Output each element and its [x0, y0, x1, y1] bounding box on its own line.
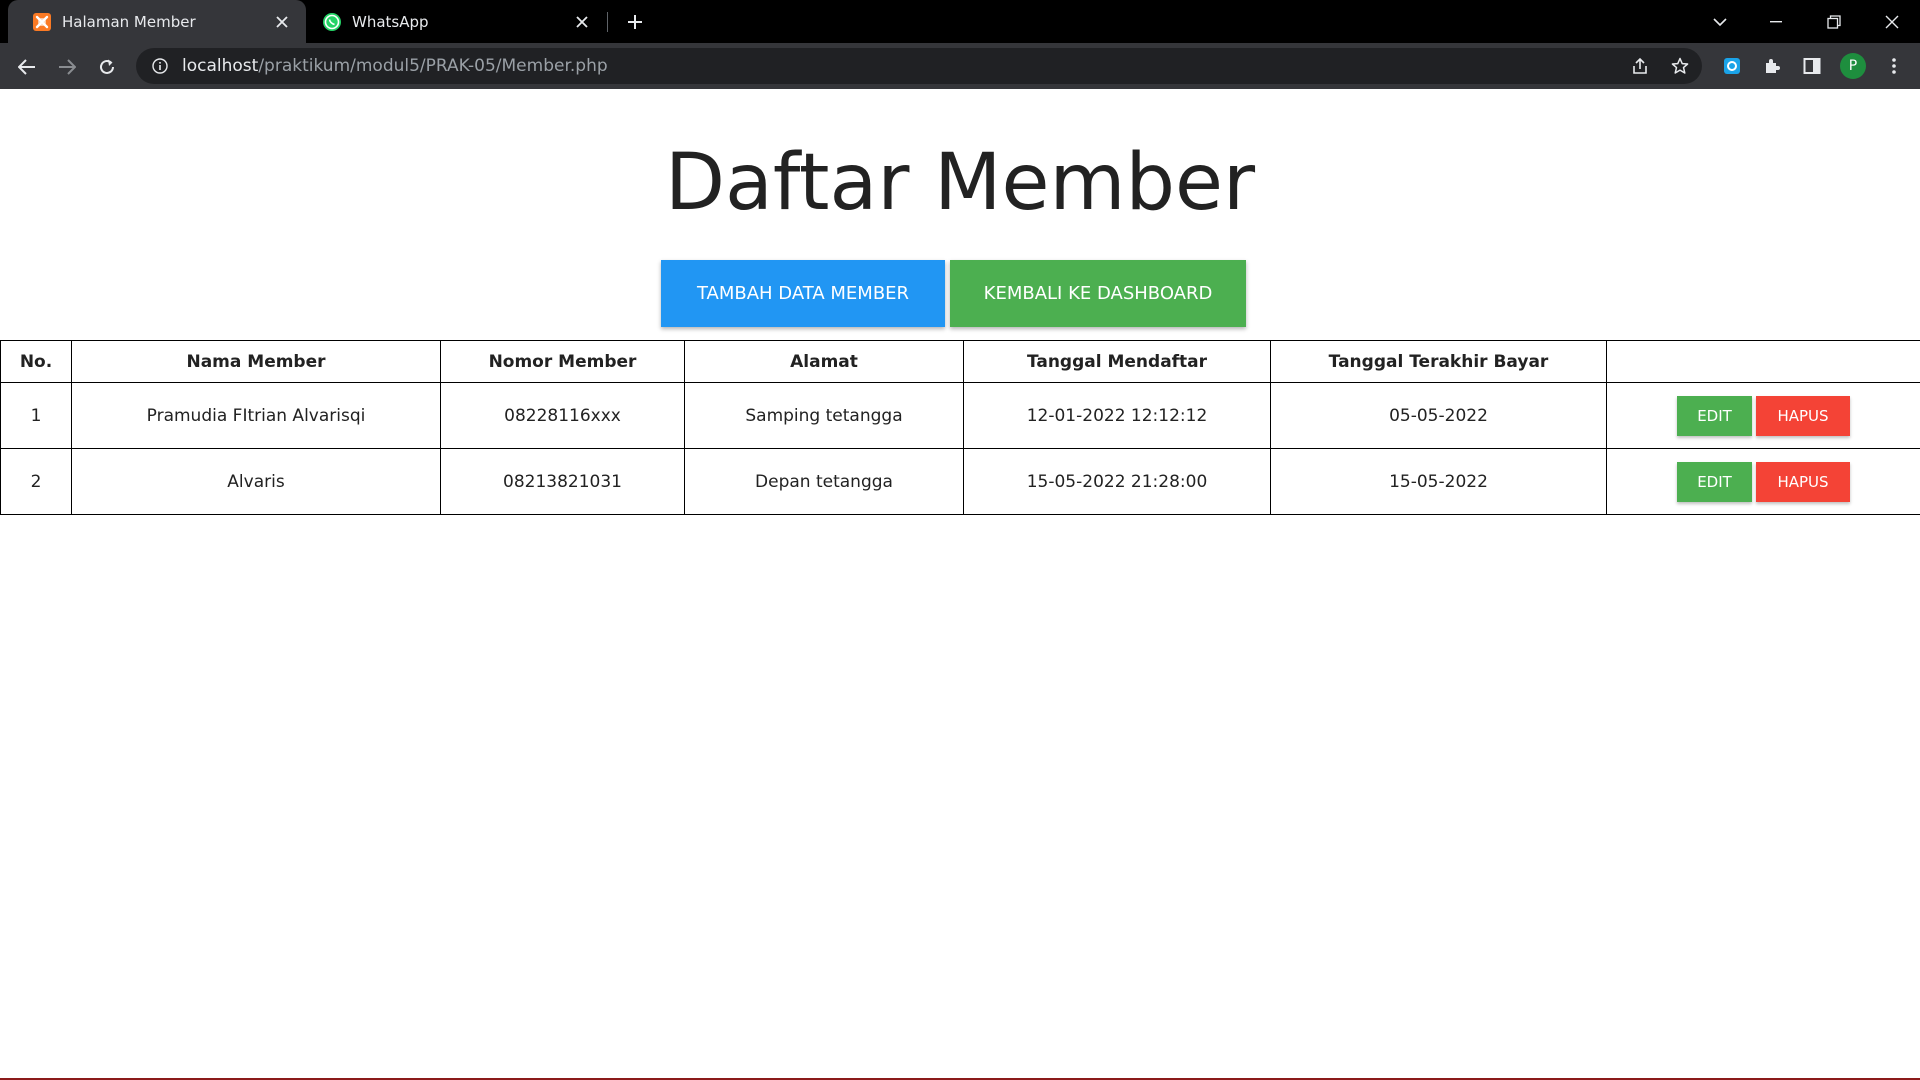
- avatar: P: [1840, 53, 1866, 79]
- cell-nama: Alvaris: [71, 448, 441, 515]
- cell-no: 1: [0, 382, 72, 449]
- tab-title: Halaman Member: [62, 12, 196, 31]
- cell-no: 2: [0, 448, 72, 515]
- new-tab-icon[interactable]: [620, 8, 650, 36]
- back-icon[interactable]: [10, 50, 44, 84]
- whatsapp-icon: [322, 12, 342, 32]
- share-icon[interactable]: [1630, 56, 1650, 76]
- minimize-icon[interactable]: [1748, 0, 1804, 43]
- site-info-icon[interactable]: [150, 56, 170, 76]
- close-window-icon[interactable]: [1864, 0, 1920, 43]
- back-to-dashboard-button[interactable]: KEMBALI KE DASHBOARD: [950, 260, 1246, 327]
- profile-avatar[interactable]: P: [1839, 52, 1867, 80]
- header-actions: [1606, 340, 1920, 383]
- restore-icon[interactable]: [1806, 0, 1862, 43]
- cell-actions: EDIT HAPUS: [1606, 382, 1920, 449]
- close-tab-icon[interactable]: [570, 10, 594, 34]
- cell-tanggal-daftar: 15-05-2022 21:28:00: [963, 448, 1271, 515]
- header-no: No.: [0, 340, 72, 383]
- page-title: Daftar Member: [664, 138, 1256, 228]
- member-table: No. Nama Member Nomor Member Alamat Tang…: [0, 340, 1920, 515]
- table-row: 2 Alvaris 08213821031 Depan tetangga 15-…: [0, 448, 1920, 515]
- table-header-row: No. Nama Member Nomor Member Alamat Tang…: [0, 340, 1920, 383]
- header-nama-member: Nama Member: [71, 340, 441, 383]
- extensions-puzzle-icon[interactable]: [1758, 52, 1786, 80]
- forward-icon[interactable]: [50, 50, 84, 84]
- address-bar[interactable]: localhost/praktikum/modul5/PRAK-05/Membe…: [136, 48, 1702, 84]
- delete-button[interactable]: HAPUS: [1756, 395, 1850, 436]
- tab-separator: [607, 12, 608, 32]
- cell-actions: EDIT HAPUS: [1606, 448, 1920, 515]
- tab-search-chevron-icon[interactable]: [1692, 0, 1748, 43]
- cell-tanggal-bayar: 15-05-2022: [1270, 448, 1607, 515]
- header-tanggal-terakhir-bayar: Tanggal Terakhir Bayar: [1270, 340, 1607, 383]
- header-alamat: Alamat: [684, 340, 964, 383]
- add-member-button[interactable]: TAMBAH DATA MEMBER: [661, 260, 945, 327]
- more-menu-icon[interactable]: [1880, 52, 1908, 80]
- browser-toolbar: localhost/praktikum/modul5/PRAK-05/Membe…: [0, 43, 1920, 89]
- cell-nomor: 08213821031: [440, 448, 685, 515]
- cell-alamat: Samping tetangga: [684, 382, 964, 449]
- side-panel-icon[interactable]: [1798, 52, 1826, 80]
- reload-icon[interactable]: [90, 50, 124, 84]
- edit-button[interactable]: EDIT: [1677, 395, 1752, 436]
- cell-tanggal-bayar: 05-05-2022: [1270, 382, 1607, 449]
- page-content: Daftar Member TAMBAH DATA MEMBER KEMBALI…: [0, 89, 1920, 1080]
- cell-nama: Pramudia FItrian Alvarisqi: [71, 382, 441, 449]
- cell-nomor: 08228116xxx: [440, 382, 685, 449]
- bookmark-star-icon[interactable]: [1670, 56, 1690, 76]
- close-tab-icon[interactable]: [270, 10, 294, 34]
- tab-whatsapp[interactable]: WhatsApp: [306, 0, 606, 43]
- header-nomor-member: Nomor Member: [440, 340, 685, 383]
- cell-alamat: Depan tetangga: [684, 448, 964, 515]
- table-row: 1 Pramudia FItrian Alvarisqi 08228116xxx…: [0, 382, 1920, 449]
- url-text: localhost/praktikum/modul5/PRAK-05/Membe…: [182, 56, 608, 76]
- tab-halaman-member[interactable]: Halaman Member: [8, 0, 306, 43]
- url-host: localhost: [182, 56, 259, 76]
- edit-button[interactable]: EDIT: [1677, 461, 1752, 502]
- header-tanggal-mendaftar: Tanggal Mendaftar: [963, 340, 1271, 383]
- tab-title: WhatsApp: [352, 12, 429, 31]
- screen-capture-extension-icon[interactable]: [1718, 52, 1746, 80]
- xampp-icon: [32, 12, 52, 32]
- tab-strip: Halaman Member WhatsApp: [0, 0, 1920, 43]
- cell-tanggal-daftar: 12-01-2022 12:12:12: [963, 382, 1271, 449]
- url-path: /praktikum/modul5/PRAK-05/Member.php: [258, 56, 608, 76]
- delete-button[interactable]: HAPUS: [1756, 461, 1850, 502]
